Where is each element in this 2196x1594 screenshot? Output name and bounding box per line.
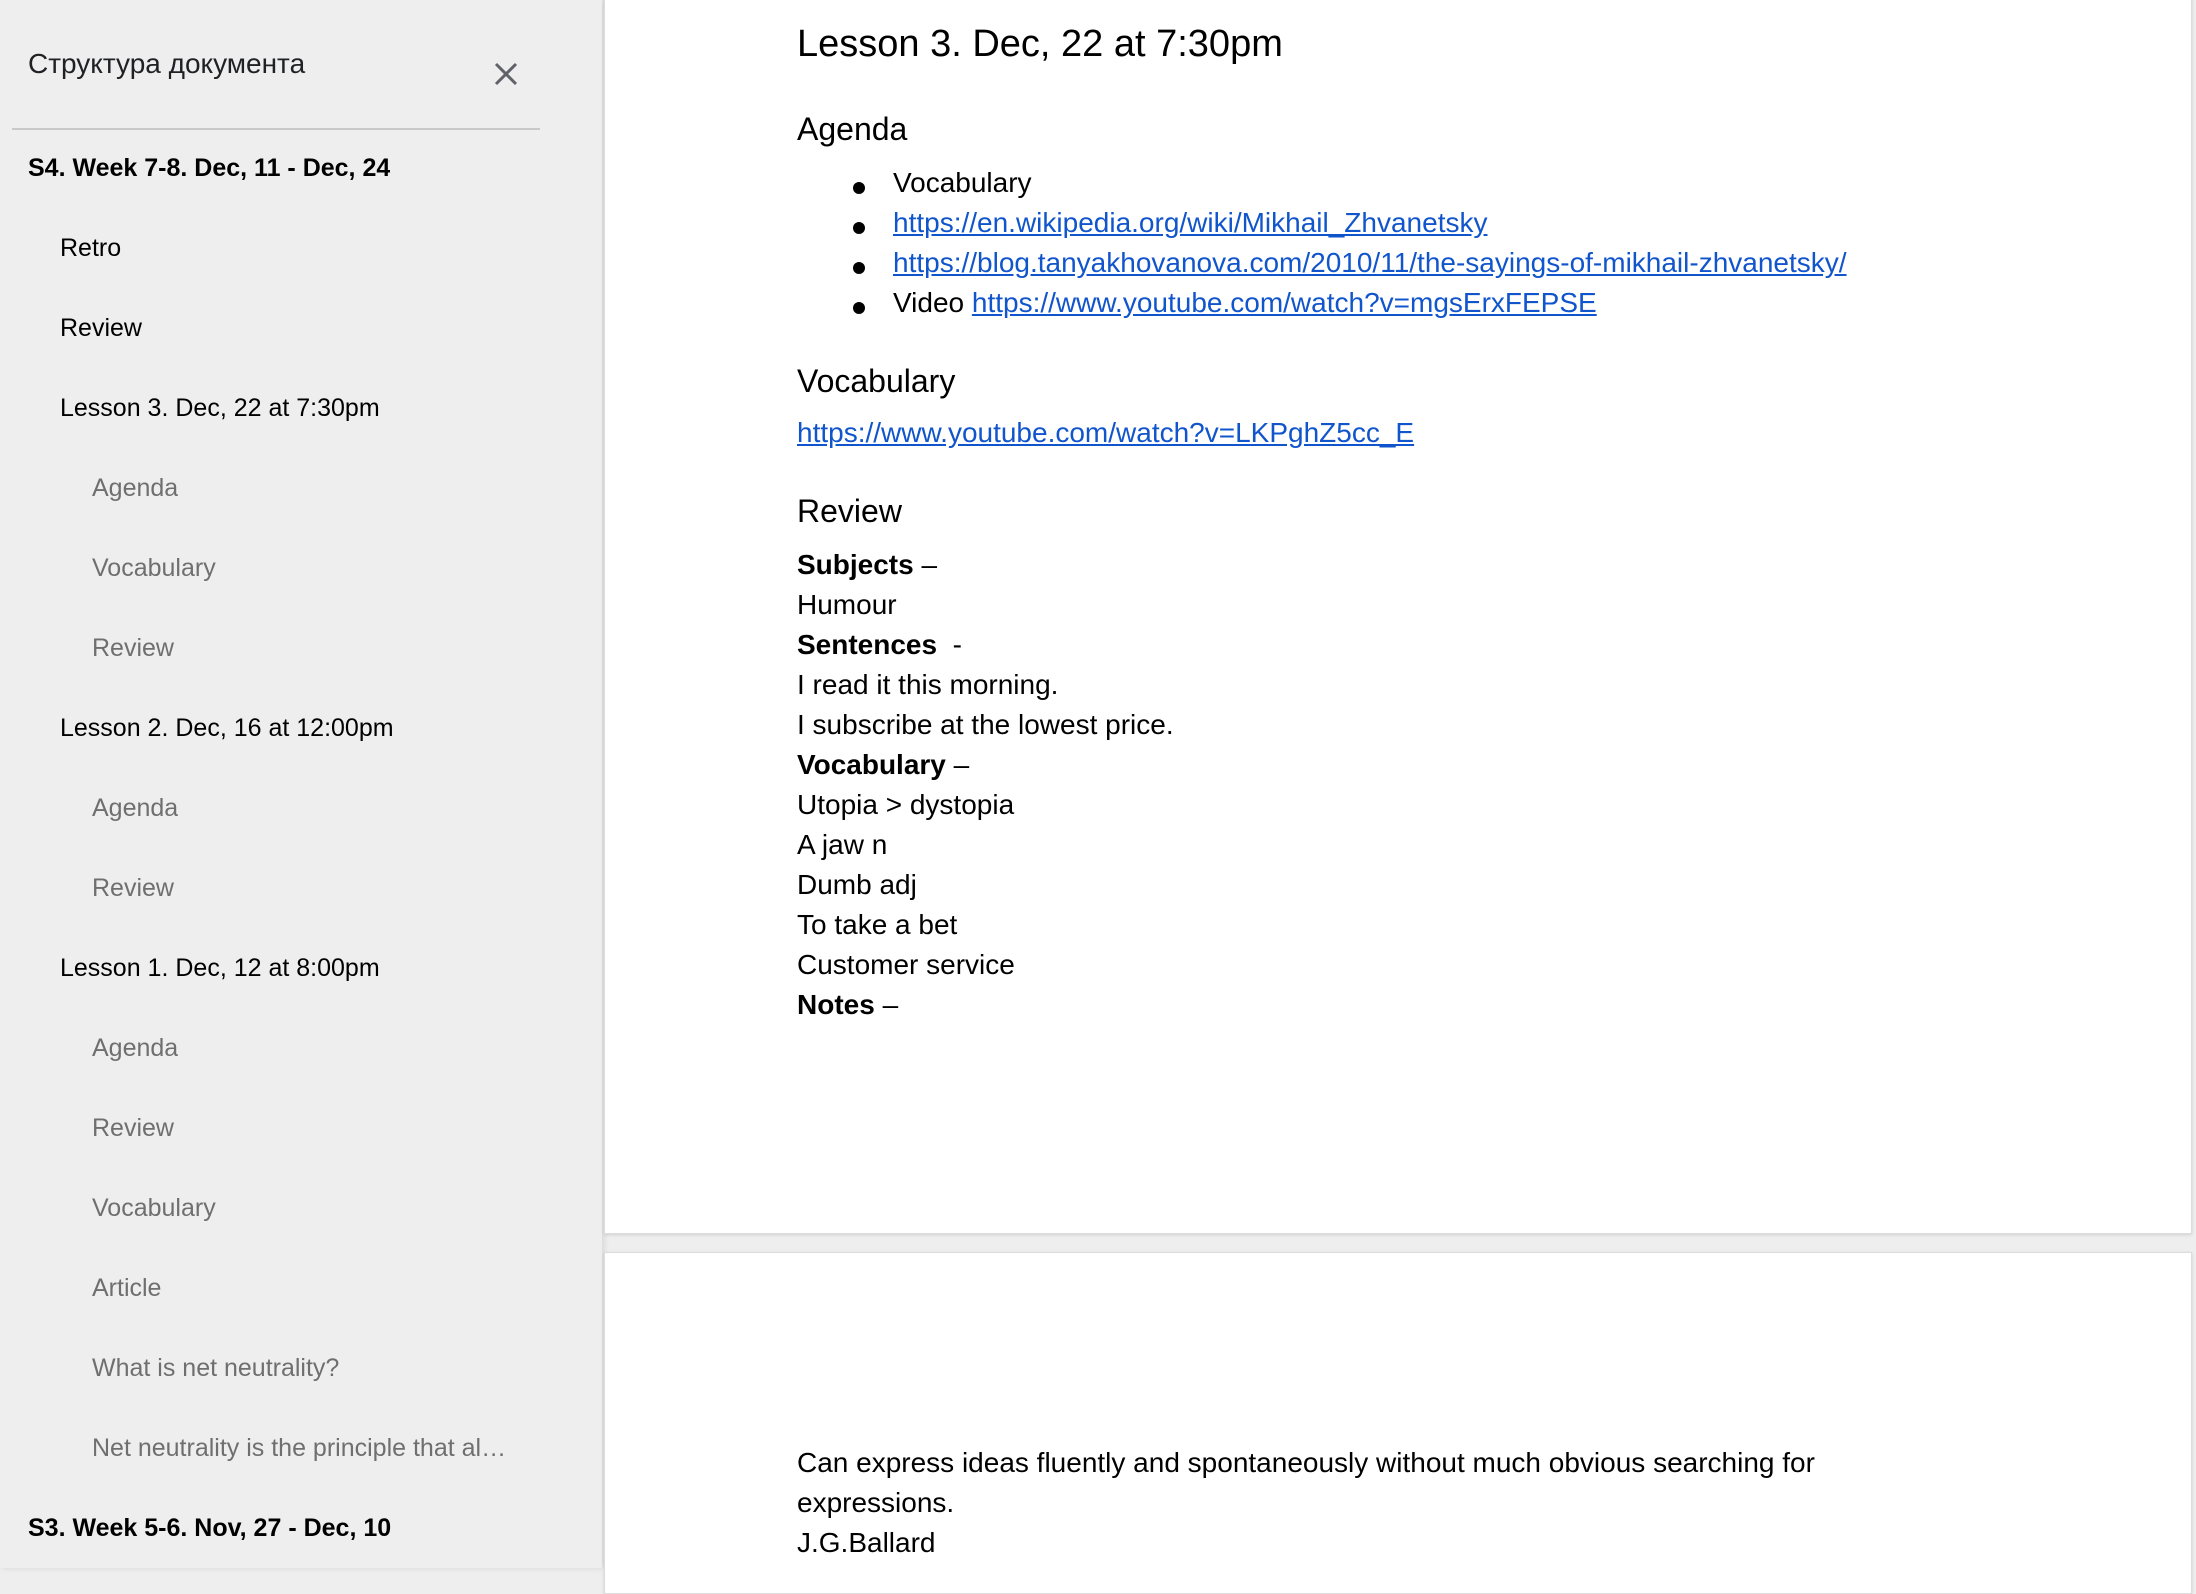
outline-item-lesson-1[interactable]: Lesson 1. Dec, 12 at 8:00pm bbox=[60, 954, 380, 983]
review-line: Dumb adj bbox=[797, 869, 917, 900]
quote-line: Can express ideas fluently and spontaneo… bbox=[797, 1447, 1815, 1478]
video-link[interactable]: https://www.youtube.com/watch?v=mgsErxFE… bbox=[972, 287, 1597, 318]
agenda-item-video: Video https://www.youtube.com/watch?v=mg… bbox=[893, 287, 1597, 318]
outline-item-lesson1-vocabulary[interactable]: Vocabulary bbox=[92, 1194, 216, 1223]
outline-item-s4-week[interactable]: S4. Week 7-8. Dec, 11 - Dec, 24 bbox=[28, 154, 390, 183]
outline-item-lesson3-agenda[interactable]: Agenda bbox=[92, 474, 178, 503]
outline-item-article[interactable]: Article bbox=[92, 1274, 161, 1303]
outline-divider bbox=[12, 128, 540, 130]
outline-item-lesson2-review[interactable]: Review bbox=[92, 874, 174, 903]
review-line: Utopia > dystopia bbox=[797, 789, 1015, 820]
outline-item-review[interactable]: Review bbox=[60, 314, 142, 343]
review-line: Sentences - bbox=[797, 629, 962, 660]
review-line: Subjects – bbox=[797, 549, 938, 580]
agenda-item-blog: https://blog.tanyakhovanova.com/2010/11/… bbox=[893, 247, 1847, 279]
outline-item-s3-week[interactable]: S3. Week 5-6. Nov, 27 - Dec, 10 bbox=[28, 1514, 391, 1543]
bullet bbox=[853, 182, 865, 194]
review-line: A jaw n bbox=[797, 829, 888, 860]
bullet bbox=[853, 222, 865, 234]
outline-item-lesson-2[interactable]: Lesson 2. Dec, 16 at 12:00pm bbox=[60, 714, 394, 743]
outline-item-lesson2-agenda[interactable]: Agenda bbox=[92, 794, 178, 823]
bullet bbox=[853, 302, 865, 314]
document-page[interactable]: Can express ideas fluently and spontaneo… bbox=[604, 1252, 2192, 1594]
agenda-item-wikipedia: https://en.wikipedia.org/wiki/Mikhail_Zh… bbox=[893, 207, 1487, 239]
blog-link[interactable]: https://blog.tanyakhovanova.com/2010/11/… bbox=[893, 247, 1847, 278]
document-page[interactable]: Lesson 3. Dec, 22 at 7:30pm Agenda Vocab… bbox=[604, 0, 2192, 1234]
review-line: I subscribe at the lowest price. bbox=[797, 709, 1174, 740]
review-line: Customer service bbox=[797, 949, 1015, 980]
quote-author: J.G.Ballard bbox=[797, 1527, 936, 1558]
outline-item-retro[interactable]: Retro bbox=[60, 234, 121, 263]
wikipedia-link[interactable]: https://en.wikipedia.org/wiki/Mikhail_Zh… bbox=[893, 207, 1487, 238]
agenda-item-vocabulary: Vocabulary bbox=[893, 167, 1032, 198]
outline-title: Структура документа bbox=[28, 48, 306, 79]
review-heading: Review bbox=[797, 493, 902, 529]
review-line: Notes – bbox=[797, 989, 899, 1020]
review-line: To take a bet bbox=[797, 909, 958, 940]
review-line: Humour bbox=[797, 589, 897, 620]
review-line: Vocabulary – bbox=[797, 749, 970, 780]
vocabulary-heading: Vocabulary bbox=[797, 363, 956, 399]
document-outline-panel: Структура документа S4. Week 7-8. Dec, 1… bbox=[0, 0, 602, 1568]
outline-header: Структура документа bbox=[28, 42, 548, 86]
outline-item-net-neutrality-question[interactable]: What is net neutrality? bbox=[92, 1354, 339, 1383]
vocabulary-link-line: https://www.youtube.com/watch?v=LKPghZ5c… bbox=[797, 417, 1414, 449]
outline-item-lesson1-review[interactable]: Review bbox=[92, 1114, 174, 1143]
agenda-heading: Agenda bbox=[797, 111, 908, 147]
outline-item-lesson-3[interactable]: Lesson 3. Dec, 22 at 7:30pm bbox=[60, 394, 380, 423]
close-icon bbox=[494, 62, 518, 86]
vocabulary-video-link[interactable]: https://www.youtube.com/watch?v=LKPghZ5c… bbox=[797, 417, 1414, 448]
lesson-title: Lesson 3. Dec, 22 at 7:30pm bbox=[797, 23, 1283, 65]
review-line: I read it this morning. bbox=[797, 669, 1059, 700]
bullet bbox=[853, 262, 865, 274]
outline-item-lesson1-agenda[interactable]: Agenda bbox=[92, 1034, 178, 1063]
outline-item-net-neutrality-principle[interactable]: Net neutrality is the principle that al… bbox=[92, 1434, 506, 1463]
outline-item-lesson3-vocabulary[interactable]: Vocabulary bbox=[92, 554, 216, 583]
close-outline-button[interactable] bbox=[482, 50, 530, 98]
outline-item-lesson3-review[interactable]: Review bbox=[92, 634, 174, 663]
quote-line: expressions. bbox=[797, 1487, 955, 1518]
